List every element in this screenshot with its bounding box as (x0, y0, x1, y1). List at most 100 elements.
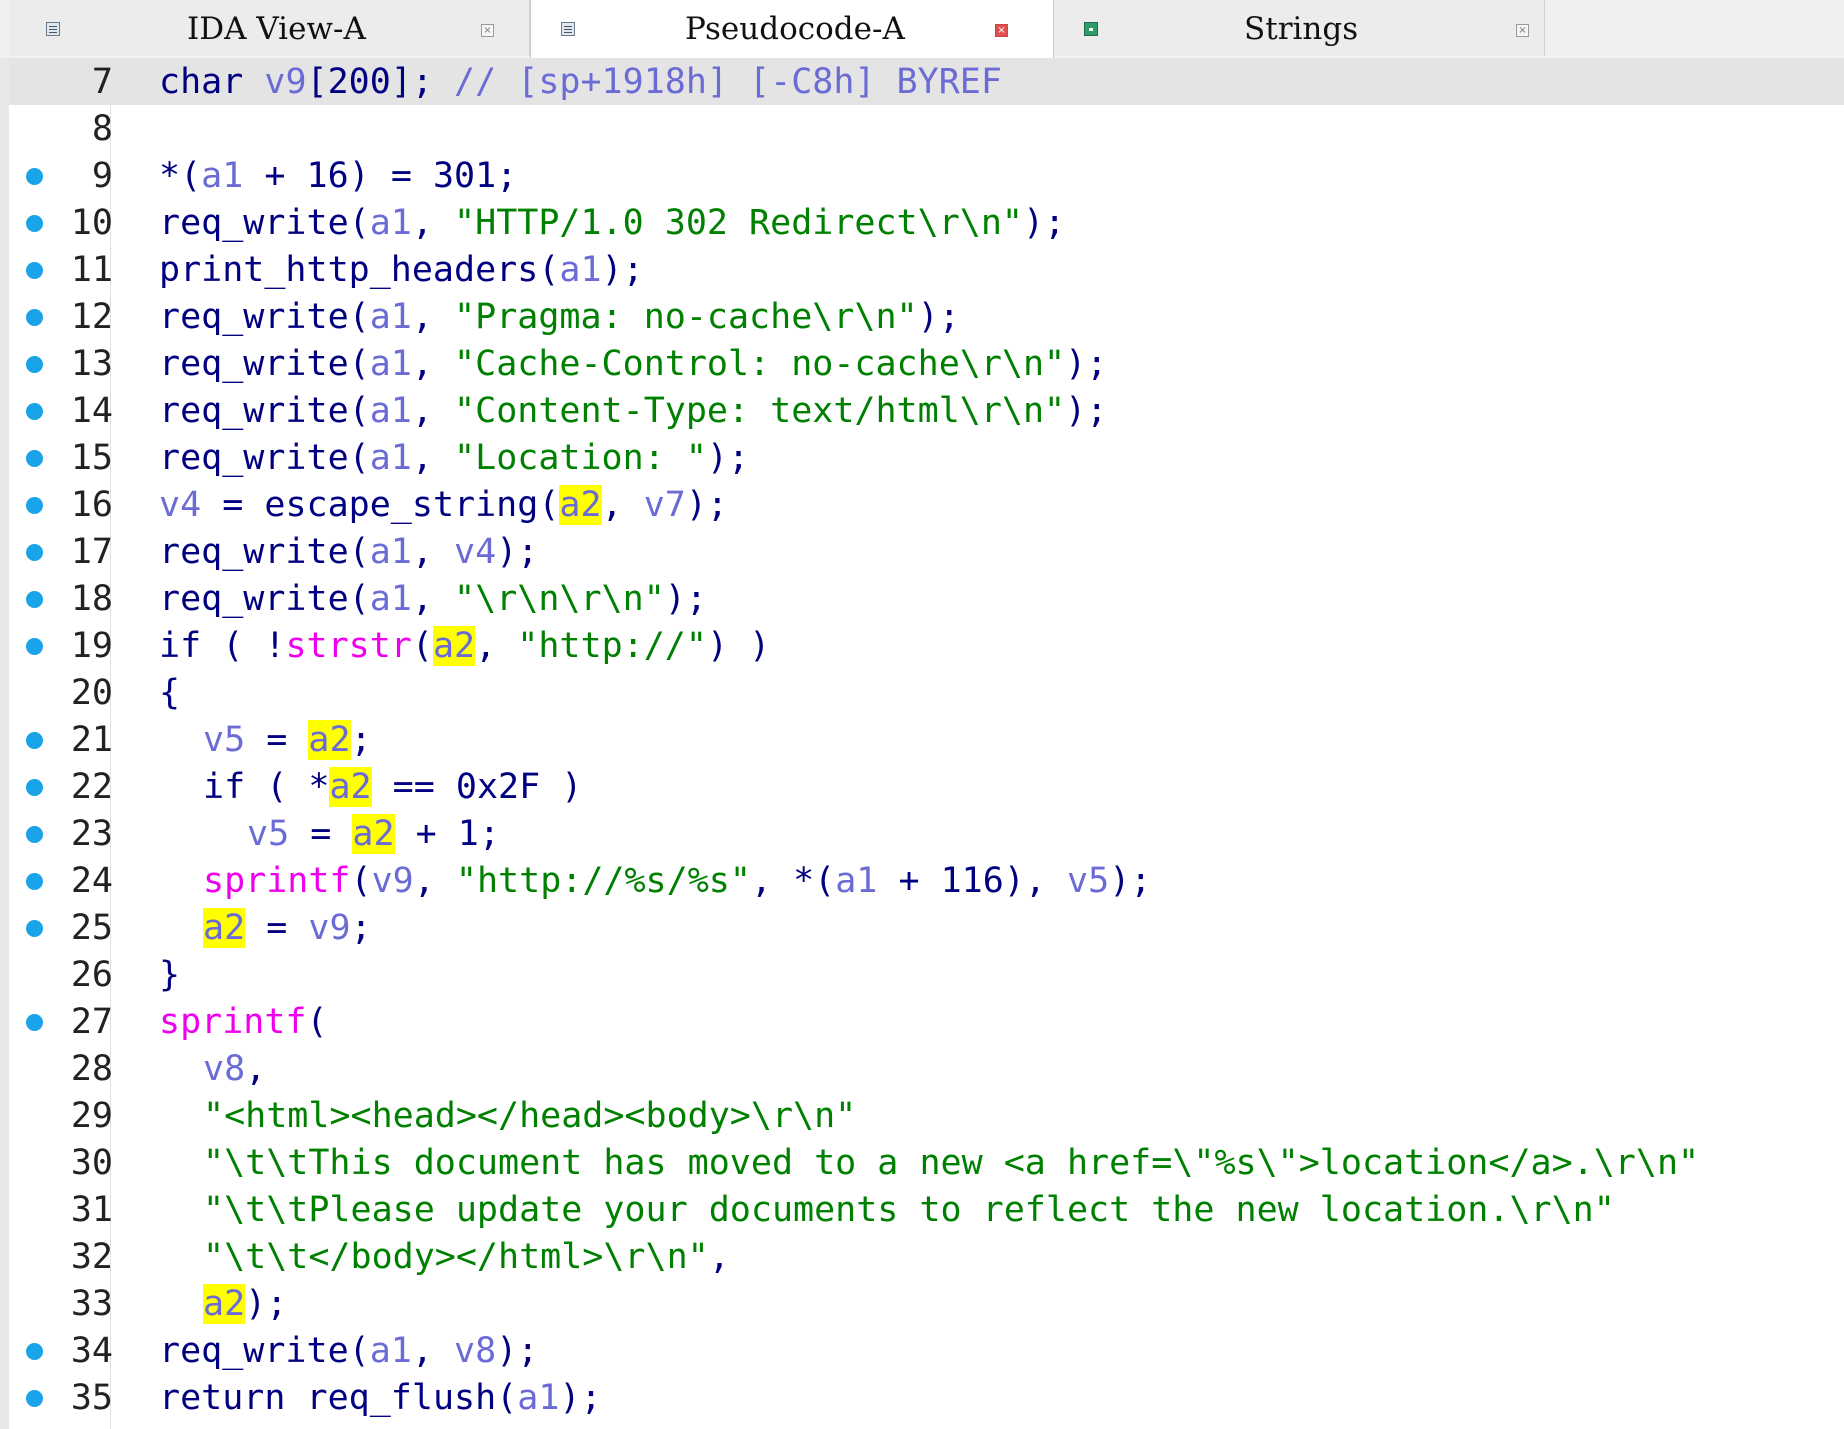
breakpoint-dot-icon[interactable] (26, 168, 43, 185)
code-text: return req_flush(a1); (159, 1378, 602, 1418)
code-text: req_write(a1, v8); (159, 1331, 539, 1371)
left-scroll-edge[interactable] (0, 58, 9, 1429)
code-line[interactable]: 9 *(a1 + 16) = 301; (9, 152, 1844, 199)
code-line[interactable]: 17 req_write(a1, v4); (9, 528, 1844, 575)
code-text: req_write(a1, "Location: "); (159, 438, 750, 478)
code-text: *(a1 + 16) = 301; (159, 156, 518, 196)
disassembly-view-icon (46, 22, 60, 36)
code-text: a2); (203, 1284, 288, 1324)
code-line[interactable]: 35 return req_flush(a1); (9, 1374, 1844, 1421)
code-line[interactable]: 13 req_write(a1, "Cache-Control: no-cache… (9, 340, 1844, 387)
breakpoint-dot-icon[interactable] (26, 873, 43, 890)
code-line[interactable]: 33 a2); (9, 1280, 1844, 1327)
line-number: 35 (70, 1378, 113, 1418)
breakpoint-dot-icon[interactable] (26, 1014, 43, 1031)
code-line[interactable]: 32 "\t\t</body></html>\r\n", (9, 1233, 1844, 1280)
breakpoint-dot-icon[interactable] (26, 732, 43, 749)
code-line[interactable]: 31 "\t\tPlease update your documents to r… (9, 1186, 1844, 1233)
code-line[interactable]: 8 (9, 105, 1844, 152)
breakpoint-dot-icon[interactable] (26, 262, 43, 279)
tab-label: IDA View-A (187, 11, 366, 47)
code-text: req_write(a1, "HTTP/1.0 302 Redirect\r\n… (159, 203, 1066, 243)
line-number: 33 (70, 1284, 113, 1324)
code-line[interactable]: 11 print_http_headers(a1); (9, 246, 1844, 293)
close-icon[interactable]: × (481, 24, 494, 37)
code-text: a2 = v9; (203, 908, 372, 948)
code-text: print_http_headers(a1); (159, 250, 644, 290)
line-number: 25 (70, 908, 113, 948)
code-line[interactable]: 28 v8, (9, 1045, 1844, 1092)
breakpoint-dot-icon[interactable] (26, 638, 43, 655)
line-number: 28 (70, 1049, 113, 1089)
line-number: 32 (70, 1237, 113, 1277)
code-line[interactable]: 27 sprintf( (9, 998, 1844, 1045)
code-text: "\t\tPlease update your documents to ref… (203, 1190, 1615, 1230)
strings-view-icon (1084, 22, 1098, 36)
close-icon[interactable]: × (995, 24, 1008, 37)
line-number: 15 (70, 438, 113, 478)
line-number: 29 (70, 1096, 113, 1136)
code-line[interactable]: 30 "\t\tThis document has moved to a new … (9, 1139, 1844, 1186)
line-number: 26 (70, 955, 113, 995)
line-number: 20 (70, 673, 113, 713)
breakpoint-dot-icon[interactable] (26, 591, 43, 608)
breakpoint-dot-icon[interactable] (26, 544, 43, 561)
tab-pseudocode-a[interactable]: Pseudocode-A × (530, 0, 1054, 58)
line-number: 13 (70, 344, 113, 384)
tab-label: Pseudocode-A (685, 11, 905, 47)
code-line[interactable]: 21 v5 = a2; (9, 716, 1844, 763)
code-line[interactable]: 7 char v9[200]; // [sp+1918h] [-C8h] BYRE… (9, 58, 1844, 105)
breakpoint-dot-icon[interactable] (26, 826, 43, 843)
code-line[interactable]: 12 req_write(a1, "Pragma: no-cache\r\n"); (9, 293, 1844, 340)
line-number: 31 (70, 1190, 113, 1230)
tab-label: Strings (1244, 11, 1359, 47)
line-number: 11 (70, 250, 113, 290)
code-line[interactable]: 18 req_write(a1, "\r\n\r\n"); (9, 575, 1844, 622)
breakpoint-dot-icon[interactable] (26, 779, 43, 796)
code-text: v4 = escape_string(a2, v7); (159, 485, 729, 525)
code-text: sprintf(v9, "http://%s/%s", *(a1 + 116),… (203, 861, 1152, 901)
line-number: 12 (70, 297, 113, 337)
code-line[interactable]: 19 if ( !strstr(a2, "http://") ) (9, 622, 1844, 669)
pseudocode-editor[interactable]: 7 char v9[200]; // [sp+1918h] [-C8h] BYRE… (9, 58, 1844, 1429)
breakpoint-dot-icon[interactable] (26, 215, 43, 232)
code-line[interactable]: 23 v5 = a2 + 1; (9, 810, 1844, 857)
breakpoint-dot-icon[interactable] (26, 920, 43, 937)
code-line[interactable]: 25 a2 = v9; (9, 904, 1844, 951)
tab-bar: IDA View-A × Pseudocode-A × Strings × (0, 0, 1844, 59)
line-number: 14 (70, 391, 113, 431)
code-line[interactable]: 22 if ( *a2 == 0x2F ) (9, 763, 1844, 810)
line-number: 8 (91, 109, 113, 149)
line-number: 23 (70, 814, 113, 854)
line-number: 16 (70, 485, 113, 525)
code-line[interactable]: 14 req_write(a1, "Content-Type: text/html… (9, 387, 1844, 434)
breakpoint-dot-icon[interactable] (26, 497, 43, 514)
breakpoint-dot-icon[interactable] (26, 450, 43, 467)
breakpoint-dot-icon[interactable] (26, 309, 43, 326)
code-text: "\t\t</body></html>\r\n", (203, 1237, 730, 1277)
breakpoint-dot-icon[interactable] (26, 403, 43, 420)
code-text: "<html><head></head><body>\r\n" (203, 1096, 857, 1136)
code-line[interactable]: 29 "<html><head></head><body>\r\n" (9, 1092, 1844, 1139)
code-line[interactable]: 20 { (9, 669, 1844, 716)
breakpoint-dot-icon[interactable] (26, 356, 43, 373)
code-line[interactable]: 10 req_write(a1, "HTTP/1.0 302 Redirect\r… (9, 199, 1844, 246)
code-line[interactable]: 15 req_write(a1, "Location: "); (9, 434, 1844, 481)
pseudocode-view-icon (561, 22, 575, 36)
code-text: req_write(a1, "Content-Type: text/html\r… (159, 391, 1108, 431)
code-line[interactable]: 24 sprintf(v9, "http://%s/%s", *(a1 + 116… (9, 857, 1844, 904)
close-icon[interactable]: × (1516, 24, 1529, 37)
tab-ida-view-a[interactable]: IDA View-A × (9, 0, 530, 56)
line-number: 9 (91, 156, 113, 196)
code-line[interactable]: 16 v4 = escape_string(a2, v7); (9, 481, 1844, 528)
breakpoint-dot-icon[interactable] (26, 1390, 43, 1407)
line-number: 18 (70, 579, 113, 619)
line-number: 10 (70, 203, 113, 243)
code-text: char v9[200]; // [sp+1918h] [-C8h] BYREF (159, 62, 1002, 102)
code-line[interactable]: 34 req_write(a1, v8); (9, 1327, 1844, 1374)
code-line[interactable]: 26} (9, 951, 1844, 998)
tab-strings[interactable]: Strings × (1054, 0, 1545, 56)
code-text: req_write(a1, "\r\n\r\n"); (159, 579, 707, 619)
breakpoint-dot-icon[interactable] (26, 1343, 43, 1360)
line-number: 24 (70, 861, 113, 901)
